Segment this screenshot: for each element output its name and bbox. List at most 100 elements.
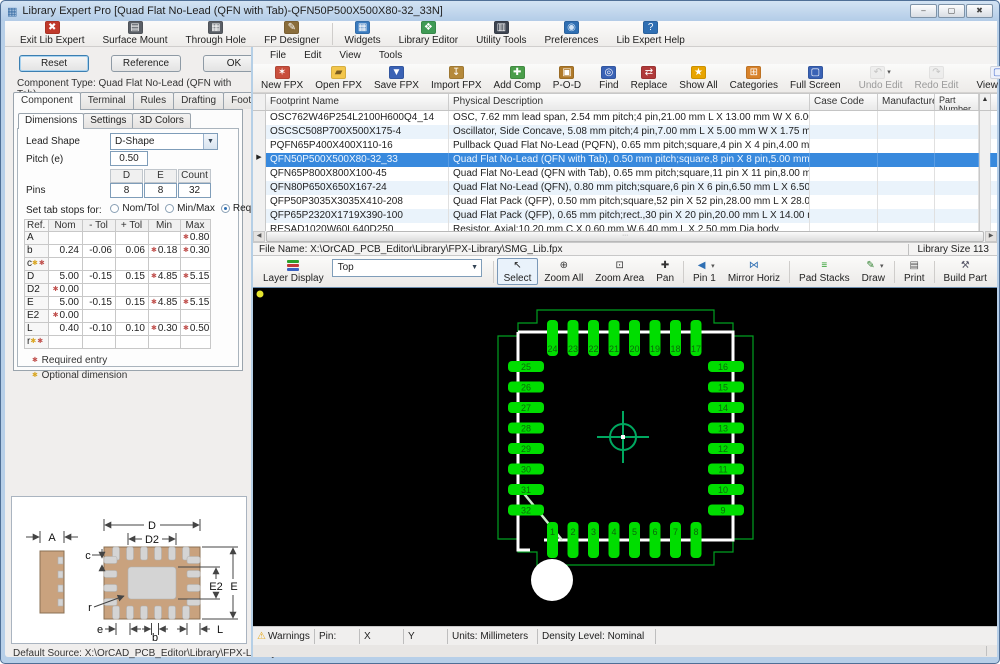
dim-cell-D-min[interactable]: ✱4.85	[149, 271, 181, 284]
dim-cell-r-neg[interactable]	[83, 336, 116, 349]
titlebar[interactable]: ▦ Library Expert Pro [Quad Flat No-Lead …	[1, 1, 999, 21]
footprint-row[interactable]: QFN65P800X800X100-45Quad Flat No-Lead (Q…	[253, 167, 997, 181]
dim-cell-A-max[interactable]: ✱0.80	[181, 232, 211, 245]
radio-min-max[interactable]: Min/Max	[165, 203, 215, 214]
dim-cell-E2-min[interactable]	[149, 310, 181, 323]
minimize-button[interactable]: –	[910, 4, 937, 18]
dim-cell-L-nom[interactable]: 0.40	[49, 323, 83, 336]
print-button[interactable]: ▤Print	[898, 258, 931, 285]
pad-9[interactable]	[708, 505, 744, 516]
dim-cell-E-pos[interactable]: 0.15	[116, 297, 149, 310]
dim-cell-b-pos[interactable]: 0.06	[116, 245, 149, 258]
footprint-row[interactable]: PQFN65P400X400X110-16Pullback Quad Flat …	[253, 139, 997, 153]
dim-cell-D-max[interactable]: ✱5.15	[181, 271, 211, 284]
dim-cell-E2-neg[interactable]	[83, 310, 116, 323]
horizontal-scrollbar[interactable]: ◀ ⋯ ▶	[253, 231, 997, 242]
select-button[interactable]: ↖Select	[497, 258, 539, 285]
layer-combo[interactable]: Top▼	[332, 259, 482, 277]
dim-cell-E-neg[interactable]: -0.15	[83, 297, 116, 310]
save-fpx-button[interactable]: ▼Save FPX	[368, 65, 425, 92]
maximize-button[interactable]: ▢	[938, 4, 965, 18]
menu-view[interactable]: View	[330, 49, 370, 62]
exit-lib-expert-button[interactable]: ✖Exit Lib Expert	[11, 22, 93, 46]
column-header-physical-description[interactable]: Physical Description	[449, 94, 810, 110]
dim-cell-D2-pos[interactable]	[116, 284, 149, 297]
pan-button[interactable]: ✚Pan	[650, 258, 680, 285]
footprint-canvas[interactable]: 2423222120191817123456782526272829303132…	[253, 288, 997, 626]
dim-cell-r-nom[interactable]	[49, 336, 83, 349]
pins-value-2[interactable]: 32	[178, 183, 211, 198]
categories-button[interactable]: ⊞Categories	[724, 65, 784, 92]
layer-display-button[interactable]: Layer Display	[257, 258, 330, 285]
build-part-button[interactable]: ⚒Build Part	[938, 258, 993, 285]
add-comp-button[interactable]: ✚Add Comp	[488, 65, 547, 92]
dim-cell-D-pos[interactable]: 0.15	[116, 271, 149, 284]
tab-terminal[interactable]: Terminal	[80, 92, 134, 109]
subtab-settings[interactable]: Settings	[83, 113, 133, 128]
footprint-row[interactable]: QFP65P2320X1719X390-100Quad Flat Pack (Q…	[253, 209, 997, 223]
redo-edit-button[interactable]: ↷Redo Edit	[909, 65, 965, 92]
dim-cell-A-neg[interactable]	[83, 232, 116, 245]
dim-cell-D-nom[interactable]: 5.00	[49, 271, 83, 284]
undo-edit-button[interactable]: ↶▾Undo Edit	[853, 65, 909, 92]
column-header-case-code[interactable]: Case Code	[810, 94, 878, 110]
import-fpx-button[interactable]: ↧Import FPX	[425, 65, 488, 92]
pin-1-button[interactable]: ◀▾Pin 1	[687, 258, 722, 285]
dim-cell-b-neg[interactable]: -0.06	[83, 245, 116, 258]
dim-cell-A-pos[interactable]	[116, 232, 149, 245]
through-hole-button[interactable]: ▦Through Hole	[177, 22, 256, 46]
footprint-row[interactable]: ▶QFN50P500X500X80-32_33Quad Flat No-Lead…	[253, 153, 997, 167]
subtab-3d-colors[interactable]: 3D Colors	[132, 113, 190, 128]
tab-component[interactable]: Component	[13, 92, 81, 110]
dim-cell-L-max[interactable]: ✱0.50	[181, 323, 211, 336]
dim-cell-L-min[interactable]: ✱0.30	[149, 323, 181, 336]
dim-cell-D2-neg[interactable]	[83, 284, 116, 297]
p-o-d-button[interactable]: ▣P-O-D	[547, 65, 587, 92]
dim-cell-b-max[interactable]: ✱0.30	[181, 245, 211, 258]
dim-cell-r-max[interactable]	[181, 336, 211, 349]
footprint-svg[interactable]: 2423222120191817123456782526272829303132…	[253, 288, 997, 626]
dim-cell-E2-nom[interactable]: ✱0.00	[49, 310, 83, 323]
pins-value-1[interactable]: 8	[144, 183, 177, 198]
dim-cell-E-nom[interactable]: 5.00	[49, 297, 83, 310]
column-header-footprint-name[interactable]: Footprint Name	[266, 94, 449, 110]
dim-cell-D2-nom[interactable]: ✱0.00	[49, 284, 83, 297]
utility-tools-button[interactable]: ▥Utility Tools	[467, 22, 535, 46]
pad-stacks-button[interactable]: ≡Pad Stacks	[793, 258, 856, 285]
subtab-dimensions[interactable]: Dimensions	[18, 113, 84, 129]
scroll-up-icon[interactable]: ▲	[979, 94, 991, 110]
dim-cell-E2-max[interactable]	[181, 310, 211, 323]
scroll-left-icon[interactable]: ◀	[253, 231, 265, 242]
mirror-horiz-button[interactable]: ⋈Mirror Horiz	[722, 258, 786, 285]
tab-drafting[interactable]: Drafting	[173, 92, 224, 109]
library-editor-button[interactable]: ❖Library Editor	[390, 22, 467, 46]
column-header-part-number[interactable]: Part Number	[935, 94, 979, 110]
lead-shape-dropdown[interactable]: D-Shape ▼	[110, 133, 218, 150]
widgets-button[interactable]: ▦Widgets	[336, 22, 390, 46]
dim-cell-L-pos[interactable]: 0.10	[116, 323, 149, 336]
dim-cell-c-max[interactable]	[181, 258, 211, 271]
view-part-button[interactable]: ▢View Part	[970, 65, 1000, 92]
dim-cell-E-max[interactable]: ✱5.15	[181, 297, 211, 310]
dim-cell-c-min[interactable]	[149, 258, 181, 271]
find-button[interactable]: ◎Find	[593, 65, 624, 92]
dim-cell-D-neg[interactable]: -0.15	[83, 271, 116, 284]
radio-nom-tol[interactable]: Nom/Tol	[110, 203, 159, 214]
reference-button[interactable]: Reference	[111, 55, 181, 72]
scroll-right-icon[interactable]: ▶	[985, 231, 997, 242]
pitch-input[interactable]: 0.50	[110, 151, 148, 166]
scrollbar-thumb[interactable]: ⋯	[266, 231, 984, 242]
preferences-button[interactable]: ◉Preferences	[536, 22, 608, 46]
zoom-all-button[interactable]: ⊕Zoom All	[538, 258, 589, 285]
footprint-row[interactable]: OSCSC508P700X500X175-4Oscillator, Side C…	[253, 125, 997, 139]
dim-cell-E2-pos[interactable]	[116, 310, 149, 323]
dim-cell-E-min[interactable]: ✱4.85	[149, 297, 181, 310]
pins-value-0[interactable]: 8	[110, 183, 143, 198]
dim-cell-A-min[interactable]	[149, 232, 181, 245]
open-fpx-button[interactable]: ▰Open FPX	[309, 65, 368, 92]
surface-mount-button[interactable]: ▤Surface Mount	[93, 22, 176, 46]
new-fpx-button[interactable]: ✶New FPX	[255, 65, 309, 92]
reset-button[interactable]: Reset	[19, 55, 89, 72]
dim-cell-D2-max[interactable]	[181, 284, 211, 297]
close-button[interactable]: ✖	[966, 4, 993, 18]
